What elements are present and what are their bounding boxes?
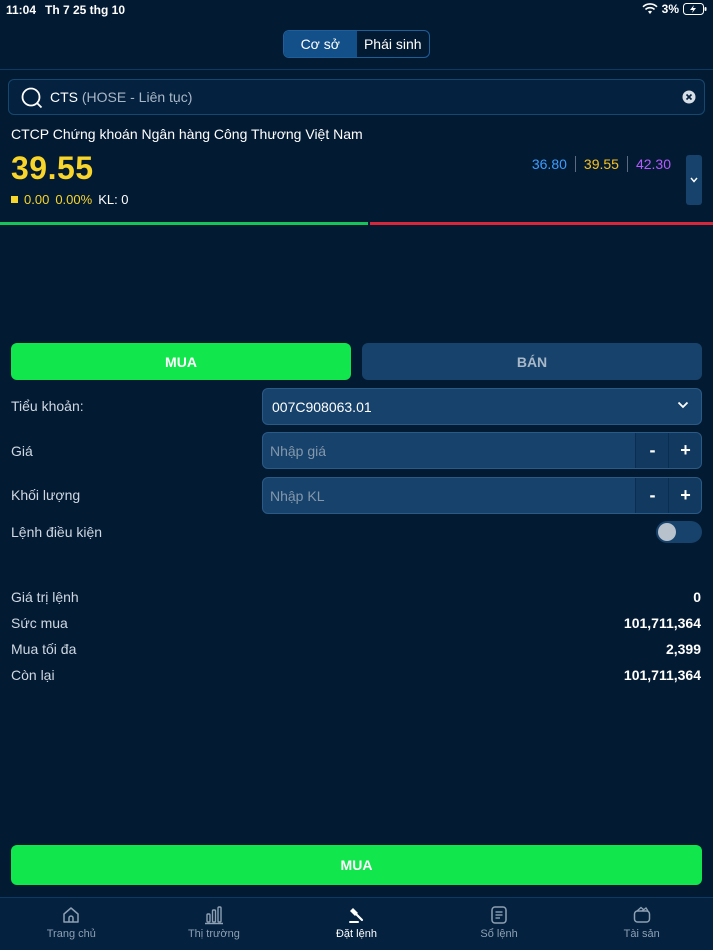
- order-book-icon: [491, 906, 507, 924]
- quantity-decrement-button[interactable]: -: [635, 478, 669, 513]
- bottom-tab-bar: Trang chủ Thị trường Đặt lệnh Sổ lệnh Tà…: [0, 897, 713, 950]
- price-field: - +: [262, 432, 702, 469]
- price-change: 0.00: [24, 192, 50, 207]
- status-bar: 11:04 Th 7 25 thg 10 3%: [0, 0, 713, 20]
- sell-pressure-bar: [370, 222, 713, 225]
- buy-tab[interactable]: MUA: [11, 343, 351, 380]
- toggle-knob: [658, 523, 676, 541]
- quantity-increment-button[interactable]: +: [668, 478, 701, 513]
- tab-home[interactable]: Trang chủ: [0, 898, 143, 950]
- tab-order-book-label: Sổ lệnh: [480, 928, 518, 940]
- clear-icon[interactable]: [682, 90, 696, 104]
- tab-phai-sinh[interactable]: Phái sinh: [357, 31, 430, 57]
- tab-home-label: Trang chủ: [46, 928, 96, 940]
- account-value: 007C908063.01: [272, 399, 372, 415]
- tab-market[interactable]: Thị trường: [143, 898, 286, 950]
- price-increment-button[interactable]: +: [668, 433, 701, 468]
- chevron-down-icon: [690, 177, 698, 183]
- submit-buy-button[interactable]: MUA: [11, 845, 702, 885]
- account-label: Tiểu khoản:: [11, 398, 84, 414]
- search-icon: [21, 87, 43, 109]
- order-value: 0: [693, 589, 701, 605]
- tab-assets[interactable]: Tài sản: [570, 898, 713, 950]
- volume-label: KL: 0: [98, 192, 129, 207]
- max-buy: 2,399: [665, 641, 701, 657]
- sell-tab[interactable]: BÁN: [362, 343, 702, 380]
- tab-co-so[interactable]: Cơ sở: [284, 31, 357, 57]
- expand-details-button[interactable]: [686, 155, 702, 205]
- battery-percent: 3%: [661, 2, 679, 16]
- reference-price: 39.55: [583, 156, 619, 172]
- price-label: Giá: [11, 443, 33, 459]
- wallet-icon: [633, 906, 650, 923]
- price-change-row: 0.00 0.00% KL: 0: [11, 192, 129, 207]
- market-segment-control: Cơ sở Phái sinh: [283, 30, 430, 58]
- tab-place-order[interactable]: Đặt lệnh: [285, 898, 428, 950]
- quantity-field: - +: [262, 477, 702, 514]
- search-symbol: CTS: [50, 89, 78, 105]
- order-value-label: Giá trị lệnh: [11, 589, 79, 605]
- status-date: Th 7 25 thg 10: [45, 3, 126, 17]
- search-value: CTS (HOSE - Liên tục): [50, 89, 192, 105]
- tab-order-book[interactable]: Sổ lệnh: [428, 898, 571, 950]
- chevron-down-icon: [677, 401, 689, 409]
- tab-assets-label: Tài sản: [623, 928, 660, 940]
- search-market: (HOSE - Liên tục): [81, 89, 193, 105]
- remaining: 101,711,364: [623, 667, 701, 683]
- buying-power-label: Sức mua: [11, 615, 68, 631]
- status-time: 11:04: [6, 3, 37, 17]
- home-icon: [63, 907, 80, 923]
- remaining-label: Còn lại: [11, 667, 55, 683]
- status-right: 3%: [642, 2, 707, 16]
- ceiling-price: 42.30: [635, 156, 671, 172]
- tab-market-label: Thị trường: [187, 928, 240, 940]
- price-input[interactable]: [263, 433, 635, 468]
- header: Cơ sở Phái sinh: [0, 20, 713, 70]
- tab-place-order-label: Đặt lệnh: [335, 928, 377, 940]
- square-icon: [11, 196, 18, 203]
- battery-charging-icon: [683, 3, 707, 15]
- wifi-icon: [642, 3, 658, 14]
- buying-power: 101,711,364: [623, 615, 701, 631]
- symbol-search-field[interactable]: CTS (HOSE - Liên tục): [8, 79, 705, 115]
- price-change-pct: 0.00%: [55, 192, 93, 207]
- gavel-icon: [349, 908, 364, 923]
- chart-icon: [204, 906, 223, 925]
- quantity-label: Khối lượng: [11, 487, 81, 503]
- reference-prices: 36.80 39.55 42.30: [524, 156, 679, 172]
- max-buy-label: Mua tối đa: [11, 641, 77, 657]
- floor-price: 36.80: [531, 156, 567, 172]
- buy-pressure-bar: [0, 222, 368, 225]
- account-select[interactable]: 007C908063.01: [262, 388, 702, 425]
- quantity-input[interactable]: [263, 478, 635, 513]
- conditional-order-label: Lệnh điều kiện: [11, 524, 103, 540]
- company-name: CTCP Chứng khoán Ngân hàng Công Thương V…: [11, 126, 363, 142]
- current-price: 39.55: [11, 150, 94, 186]
- conditional-order-toggle[interactable]: [656, 521, 702, 543]
- price-decrement-button[interactable]: -: [635, 433, 669, 468]
